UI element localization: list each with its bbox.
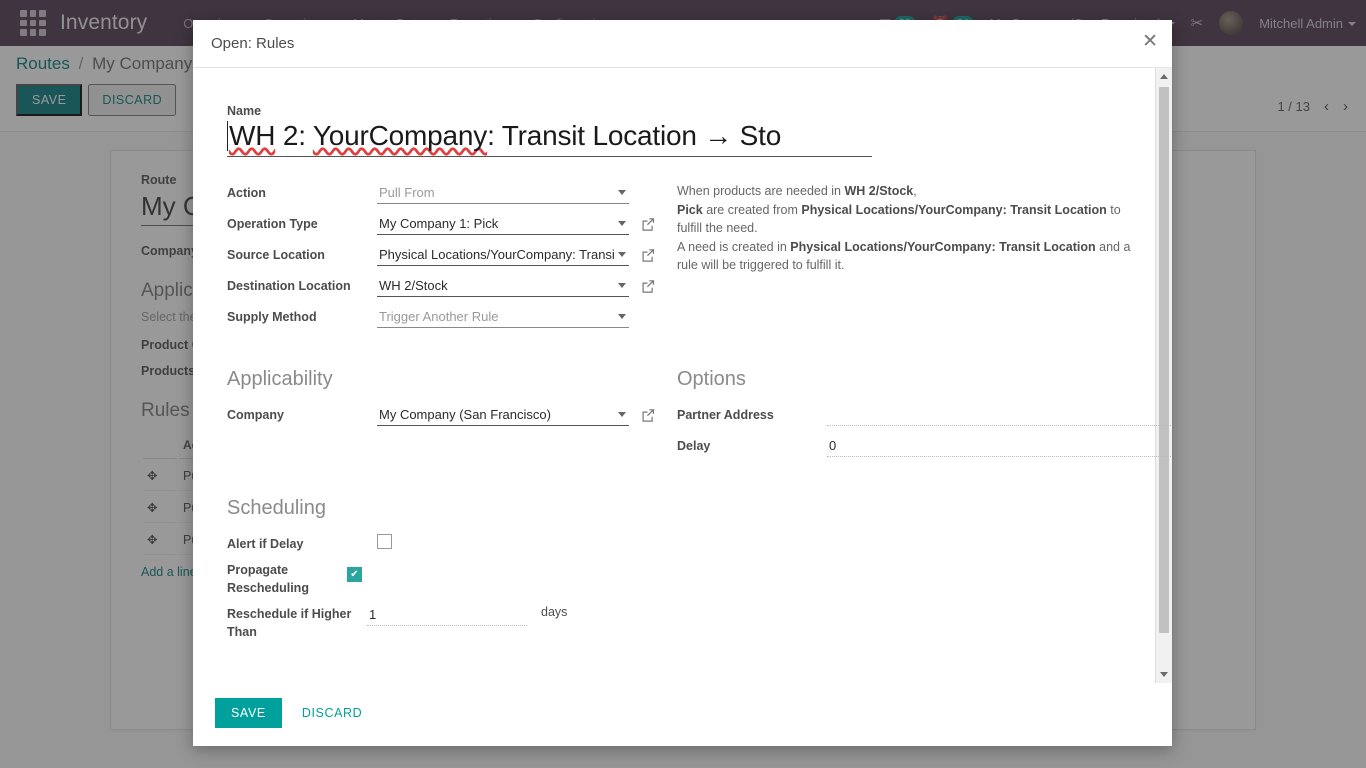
partner-address-label: Partner Address — [677, 408, 774, 422]
field-row-partner-address: Partner Address — [677, 401, 1172, 429]
dialog-title: Open: Rules — [211, 35, 295, 52]
action-select[interactable]: Pull From — [377, 183, 629, 204]
source-location-value: Physical Locations/YourCompany: Transi — [377, 245, 629, 266]
delay-value: 0 — [827, 436, 1172, 457]
desc-line2-b: are created from — [702, 202, 802, 217]
rule-fields-column: Action Pull From Operation Type My Compa… — [227, 179, 677, 334]
name-part-rest: : Transit Location → Sto — [487, 120, 782, 151]
destination-location-value: WH 2/Stock — [377, 276, 629, 297]
supply-method-value: Trigger Another Rule — [377, 307, 629, 328]
scheduling-columns: Scheduling Alert if Delay Propagate Resc… — [227, 463, 1132, 645]
chevron-down-icon — [618, 411, 626, 417]
desc-line3-a: A need is created in — [677, 239, 791, 254]
supply-method-label: Supply Method — [227, 309, 317, 324]
name-field-label: Name — [227, 104, 262, 118]
text-cursor — [227, 121, 228, 151]
field-row-propagate-rescheduling: Propagate Rescheduling ✔ — [227, 561, 677, 597]
propagate-rescheduling-checkbox[interactable]: ✔ — [347, 567, 362, 582]
desc-line2-c: Physical Locations/YourCompany: Transit … — [801, 202, 1107, 217]
field-row-action: Action Pull From — [227, 179, 677, 207]
reschedule-if-higher-than-input[interactable]: 1 — [367, 605, 527, 627]
supply-method-select[interactable]: Trigger Another Rule — [377, 307, 629, 328]
operation-type-value: My Company 1: Pick — [377, 214, 629, 235]
chevron-down-icon — [618, 189, 626, 195]
reschedule-unit-label: days — [541, 605, 568, 620]
alert-if-delay-label: Alert if Delay — [227, 536, 304, 551]
partner-address-select[interactable] — [827, 405, 1172, 426]
save-button[interactable]: SAVE — [215, 698, 282, 728]
company-select[interactable]: My Company (San Francisco) — [377, 405, 629, 426]
discard-button[interactable]: DISCARD — [290, 698, 374, 728]
name-part-yourcompany: YourCompany — [312, 120, 488, 151]
name-part-sep1: 2: — [275, 120, 313, 151]
rule-description-column: When products are needed in WH 2/Stock, … — [677, 179, 1132, 334]
options-title: Options — [677, 368, 746, 390]
field-row-alert-if-delay: Alert if Delay — [227, 530, 677, 558]
chevron-down-icon — [618, 313, 626, 319]
alert-if-delay-checkbox[interactable] — [377, 534, 392, 549]
destination-location-label: Destination Location — [227, 278, 351, 293]
destination-location-select[interactable]: WH 2/Stock — [377, 276, 629, 297]
external-link-icon[interactable] — [641, 408, 655, 422]
company-label: Company — [227, 407, 284, 422]
external-link-icon[interactable] — [641, 248, 655, 262]
chevron-down-icon — [618, 282, 626, 288]
delay-label: Delay — [677, 439, 711, 453]
company-value: My Company (San Francisco) — [377, 405, 629, 426]
field-row-reschedule-if-higher-than: Reschedule if Higher Than 1 days — [227, 605, 677, 641]
desc-line2-a: Pick — [677, 202, 703, 217]
scroll-down-arrow-icon[interactable] — [1156, 666, 1172, 683]
desc-line1-b: WH 2/Stock — [844, 184, 914, 198]
options-column: Options Partner Address Delay 0 — [677, 334, 1172, 463]
propagate-rescheduling-label: Propagate Rescheduling — [227, 563, 309, 596]
field-row-destination-location: Destination Location WH 2/Stock — [227, 272, 677, 300]
scroll-up-arrow-icon[interactable] — [1156, 68, 1172, 85]
delay-input[interactable]: 0 — [827, 436, 1172, 457]
field-row-supply-method: Supply Method Trigger Another Rule — [227, 303, 677, 331]
desc-line1-a: When products are needed in — [677, 184, 845, 198]
chevron-down-icon — [618, 220, 626, 226]
action-value: Pull From — [377, 183, 629, 204]
chevron-down-icon — [618, 251, 626, 257]
dialog-header: Open: Rules ✕ — [193, 20, 1172, 68]
field-row-delay: Delay 0 — [677, 432, 1172, 460]
applicability-title: Applicability — [227, 368, 333, 390]
name-part-wh: WH — [229, 120, 276, 151]
partner-address-value — [827, 405, 1172, 426]
applicability-column: Applicability Company My Company (San Fr… — [227, 334, 677, 463]
name-input[interactable]: WH 2: YourCompany: Transit Location → St… — [227, 120, 872, 157]
reschedule-if-higher-than-label: Reschedule if Higher Than — [227, 607, 352, 640]
close-icon[interactable]: ✕ — [1142, 32, 1158, 51]
desc-line3-b: Physical Locations/YourCompany: Transit … — [790, 239, 1096, 254]
scrollbar-thumb[interactable] — [1159, 87, 1169, 634]
dialog-body: Name WH 2: YourCompany: Transit Location… — [193, 68, 1172, 683]
operation-type-label: Operation Type — [227, 216, 318, 231]
field-row-operation-type: Operation Type My Company 1: Pick — [227, 210, 677, 238]
field-row-company: Company My Company (San Francisco) — [227, 401, 677, 429]
external-link-icon[interactable] — [641, 217, 655, 231]
top-columns: Action Pull From Operation Type My Compa… — [227, 179, 1132, 334]
rules-dialog: Open: Rules ✕ Name WH 2: YourCompany: Tr… — [193, 20, 1172, 746]
dialog-scrollbar[interactable] — [1155, 68, 1172, 683]
action-label: Action — [227, 185, 266, 200]
operation-type-select[interactable]: My Company 1: Pick — [377, 214, 629, 235]
scheduling-title: Scheduling — [227, 497, 326, 519]
scheduling-column: Scheduling Alert if Delay Propagate Resc… — [227, 463, 677, 645]
desc-line1-c: , — [913, 184, 917, 198]
source-location-select[interactable]: Physical Locations/YourCompany: Transi — [377, 245, 629, 266]
scheduling-right-spacer — [677, 463, 1132, 645]
dialog-footer: SAVE DISCARD — [193, 683, 1172, 746]
scrollbar-track[interactable] — [1156, 85, 1172, 666]
external-link-icon[interactable] — [641, 279, 655, 293]
field-row-source-location: Source Location Physical Locations/YourC… — [227, 241, 677, 269]
applicability-options-columns: Applicability Company My Company (San Fr… — [227, 334, 1172, 463]
source-location-label: Source Location — [227, 247, 325, 262]
rule-description: When products are needed in WH 2/Stock, … — [677, 179, 1132, 275]
